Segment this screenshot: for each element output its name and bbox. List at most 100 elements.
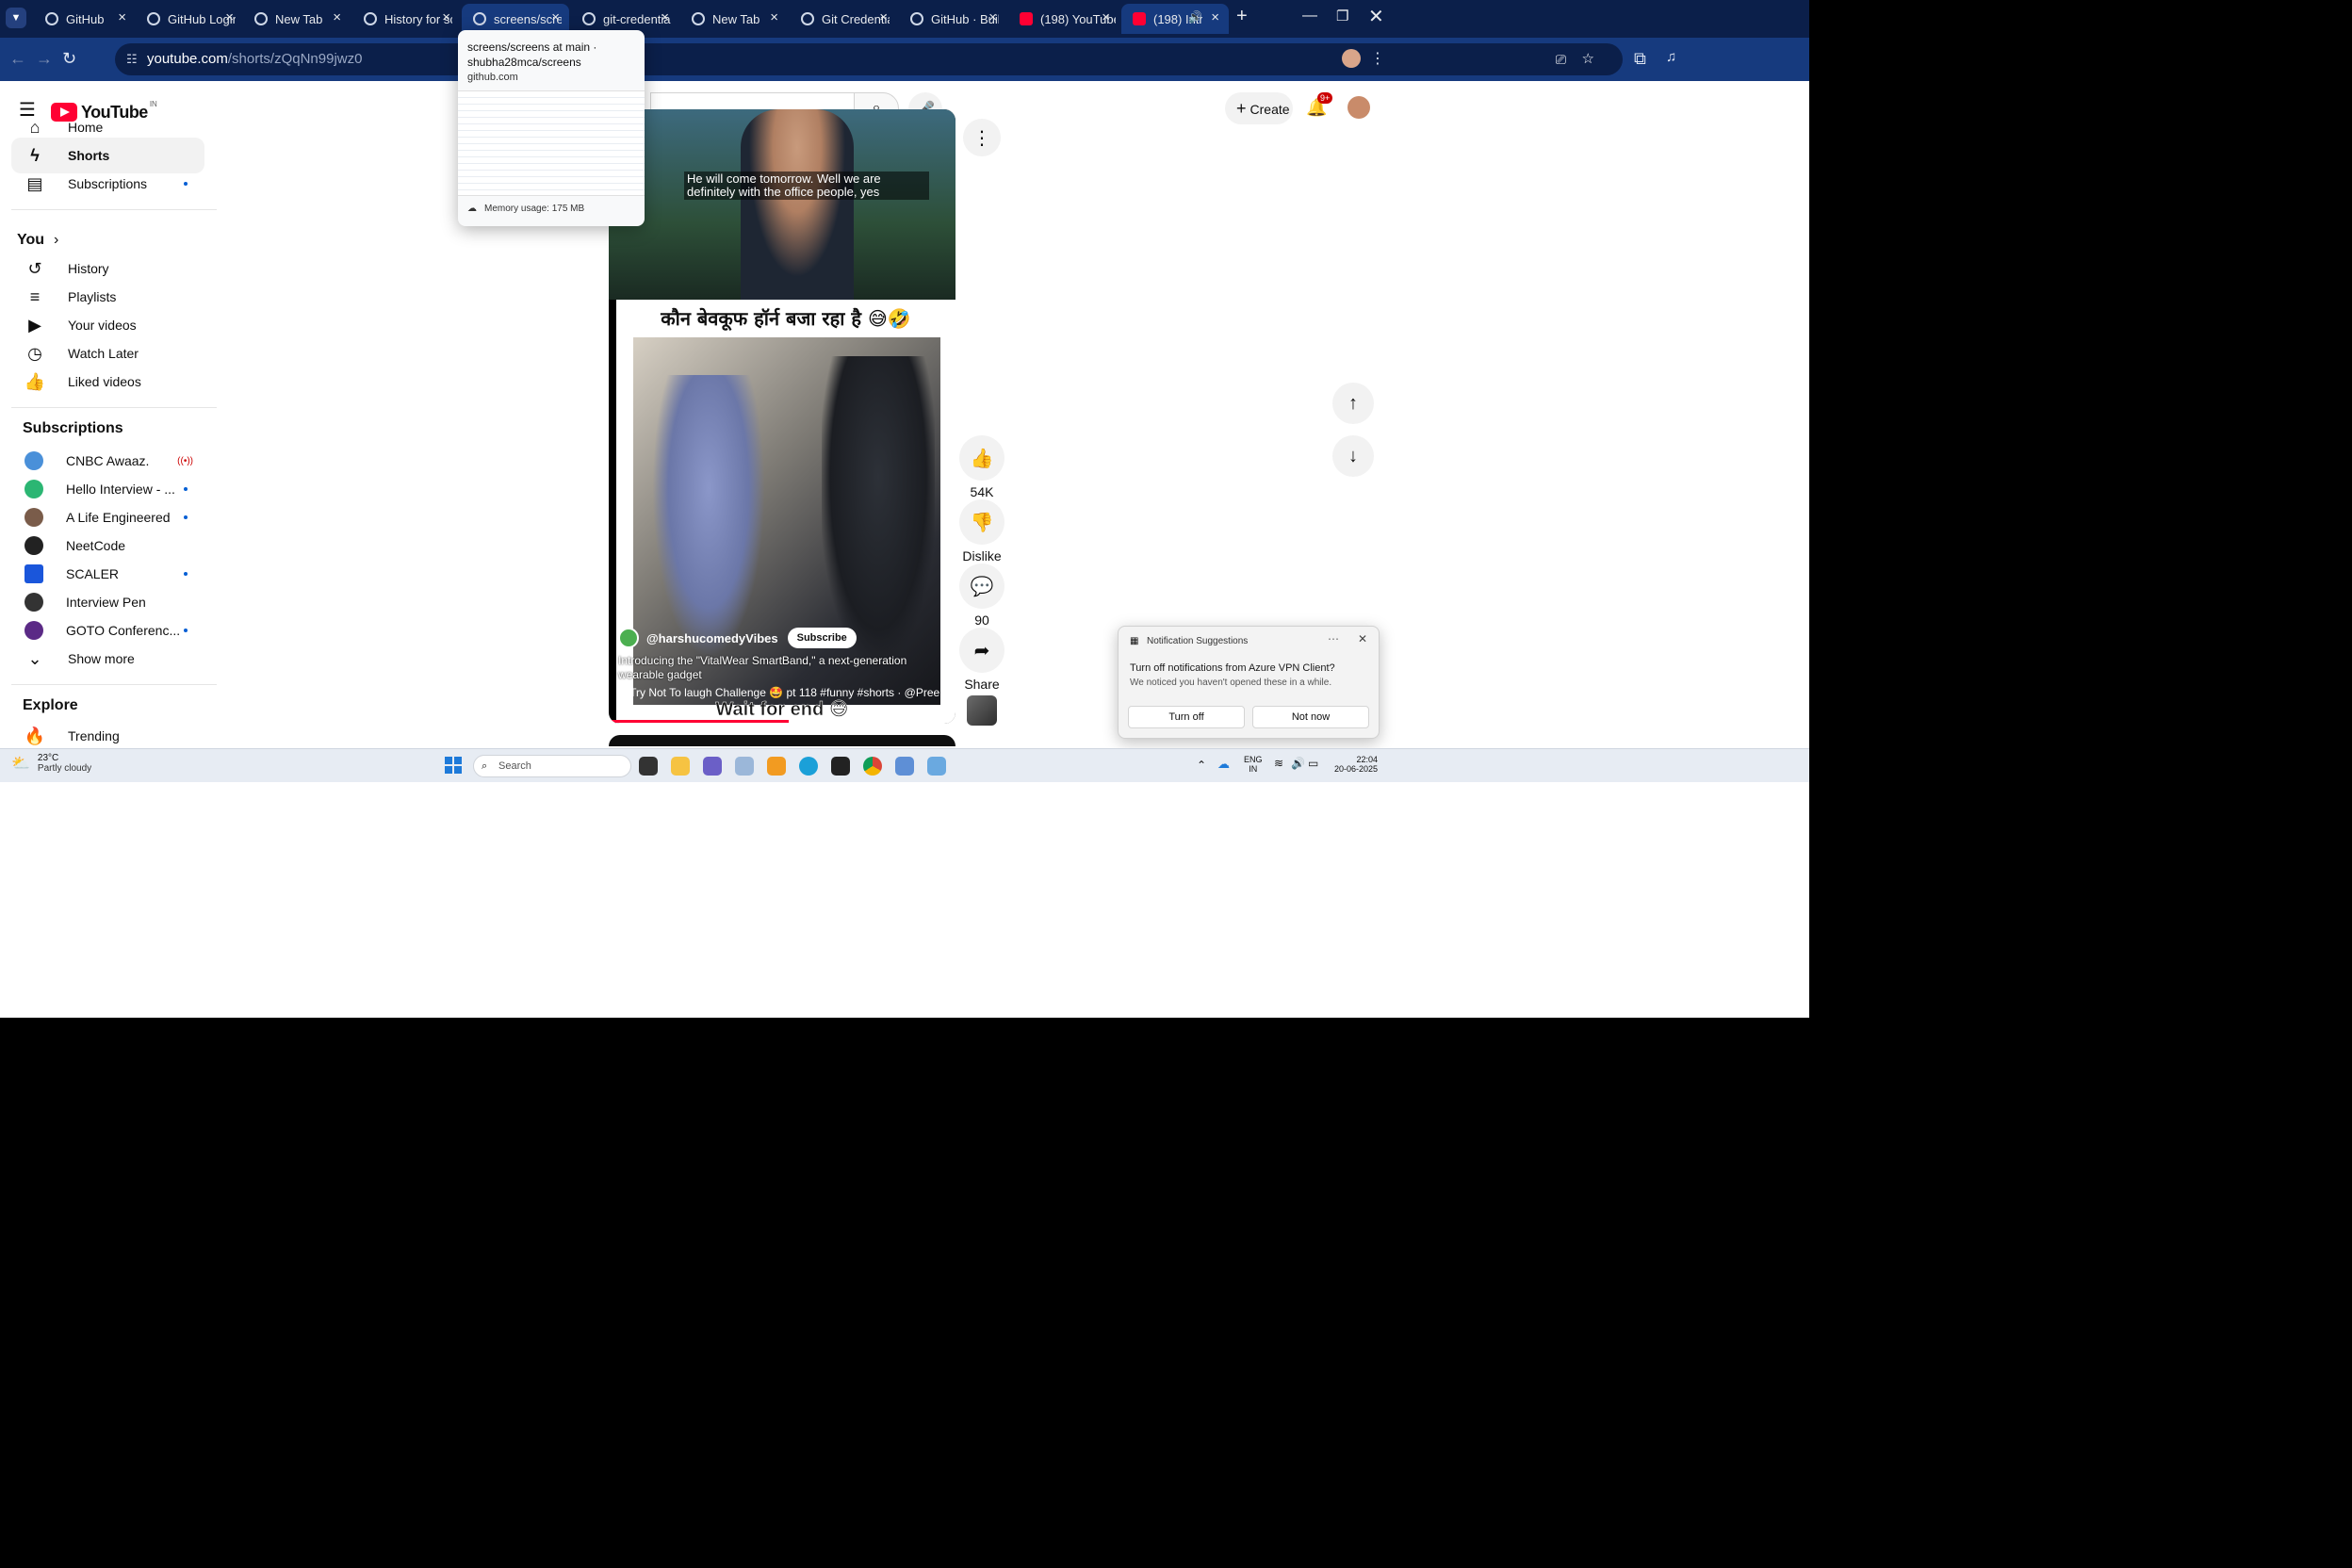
short-description[interactable]: Introducing the "VitalWear SmartBand," a… [618,654,948,682]
sound-thumbnail[interactable] [967,695,997,726]
terminal-icon[interactable] [831,757,850,776]
install-app-icon[interactable]: ⎚ [1556,43,1566,75]
notifications-button[interactable]: 🔔 9+ [1306,92,1333,118]
tab-youtube[interactable]: (198) YouTube × [1008,4,1119,34]
share-button[interactable]: ➦ [959,628,1004,673]
comments-button[interactable]: 💬 [959,564,1004,609]
close-icon[interactable]: × [225,9,234,25]
tab-new-tab[interactable]: New Tab × [243,4,351,34]
close-icon[interactable]: × [442,9,450,25]
forward-icon[interactable]: → [36,49,53,69]
task-view-icon[interactable] [639,757,658,776]
close-window-button[interactable]: ✕ [1368,5,1384,28]
channel-handle[interactable]: @harshucomedyVibes [646,631,778,645]
site-info-icon[interactable]: ☷ [126,43,138,75]
close-icon[interactable]: ✕ [1358,632,1367,645]
app-icon[interactable] [767,757,786,776]
short-video-player[interactable]: He will come tomorrow. Well we are defin… [609,109,956,724]
extensions-icon[interactable]: ⧉ [1634,49,1646,69]
notification-body: We noticed you haven't opened these in a… [1130,678,1332,688]
new-content-dot [184,629,188,632]
new-tab-button[interactable]: + [1236,6,1248,27]
like-button[interactable]: 👍 [959,435,1004,481]
media-controls-icon[interactable]: ♫ [1666,49,1676,65]
github-icon [45,12,58,25]
create-button[interactable]: + Create [1225,92,1293,124]
previous-short-button[interactable]: ↑ [1332,383,1374,424]
github-icon [473,12,486,25]
battery-icon[interactable]: ▭ [1308,757,1318,770]
reload-icon[interactable]: ↻ [62,49,76,69]
tab-git-credential-manager[interactable]: Git Credential M× [790,4,897,34]
address-bar[interactable]: ☷ youtube.com/shorts/zQqNn99jwz0 ⎚ ☆ [115,43,1623,75]
channel-avatar[interactable] [618,628,639,648]
chrome-icon[interactable] [863,757,882,776]
next-short-preview[interactable] [609,735,956,746]
channel-avatar [24,480,43,498]
subscribe-button[interactable]: Subscribe [787,628,857,648]
notification-title: Turn off notifications from Azure VPN Cl… [1130,662,1335,674]
clock[interactable]: 22:04 20-06-2025 [1331,755,1378,774]
close-icon[interactable]: × [770,9,778,25]
weather-widget[interactable]: ⛅ 23°C Partly cloudy [11,753,91,774]
close-icon[interactable]: × [879,9,888,25]
channel-avatar [24,536,43,555]
window-app-icon[interactable] [735,757,754,776]
next-short-button[interactable]: ↓ [1332,435,1374,477]
not-now-button[interactable]: Not now [1252,706,1369,728]
chevron-up-icon[interactable]: ⌃ [1197,759,1206,772]
chrome-menu-icon[interactable]: ⋮ [1370,49,1385,68]
dislike-button[interactable]: 👎 [959,499,1004,545]
onedrive-icon[interactable]: ☁ [1217,757,1230,772]
minimize-button[interactable]: — [1302,8,1317,24]
close-icon[interactable]: × [1102,9,1110,25]
screen: ▼ GitHub× GitHub Login Is× New Tab× Hist… [0,0,1809,1018]
tab-github[interactable]: GitHub × [34,4,136,34]
short-metadata: @harshucomedyVibes Subscribe Introducing… [618,628,948,699]
close-icon[interactable]: × [988,9,997,25]
language-indicator[interactable]: ENG IN [1244,755,1263,774]
close-icon[interactable]: × [118,9,126,25]
close-icon[interactable]: × [333,9,341,25]
wifi-icon[interactable]: ≋ [1274,757,1283,770]
back-icon[interactable]: ← [9,49,26,69]
taskbar-search[interactable]: ⌕ Search [473,755,631,777]
tab-search-button[interactable]: ▼ [6,8,26,28]
account-avatar[interactable] [1348,96,1370,119]
remote-desktop-icon[interactable] [927,757,946,776]
tab-youtube-short[interactable]: (198) Intro🔊× [1121,4,1229,34]
dislike-label: Dislike [962,548,1002,564]
tab-new-tab-2[interactable]: New Tab × [680,4,788,34]
profile-avatar[interactable] [1342,49,1361,68]
sidebar-item-subscriptions[interactable]: ▤ Subscriptions [11,166,204,202]
volume-icon[interactable]: 🔊 [1291,757,1305,770]
close-icon[interactable]: × [551,9,560,25]
github-icon [364,12,377,25]
tab-github-login[interactable]: GitHub Login Is× [136,4,243,34]
home-icon: ⌂ [29,117,41,137]
restore-button[interactable]: ❐ [1336,8,1348,24]
start-button[interactable] [445,757,462,774]
progress-bar-track[interactable] [609,720,956,723]
tab-history[interactable]: History for scre× [352,4,460,34]
tab-github-build[interactable]: GitHub · Build× [899,4,1006,34]
turn-off-button[interactable]: Turn off [1128,706,1245,728]
notification-badge: 9+ [1317,92,1333,104]
shorts-icon: ϟ [30,145,40,165]
snipping-tool-icon[interactable] [895,757,914,776]
more-options-button[interactable]: ⋮ [963,119,1001,156]
teams-icon[interactable] [703,757,722,776]
subscriptions-heading: Subscriptions [23,420,123,436]
file-explorer-icon[interactable] [671,757,690,776]
edge-icon[interactable] [799,757,818,776]
close-icon[interactable]: × [661,9,669,25]
memory-icon: ☁ [467,204,477,214]
new-content-dot [184,182,188,186]
close-icon[interactable]: × [1211,9,1219,25]
sidebar-item-liked-videos[interactable]: 👍 Liked videos [11,364,204,400]
weather-condition: Partly cloudy [37,763,92,774]
more-horizontal-icon[interactable]: ⋯ [1328,632,1339,645]
bookmark-star-icon[interactable]: ☆ [1582,43,1594,75]
speaker-icon[interactable]: 🔊 [1188,10,1202,24]
show-more-button[interactable]: ⌄ Show more [11,641,204,677]
